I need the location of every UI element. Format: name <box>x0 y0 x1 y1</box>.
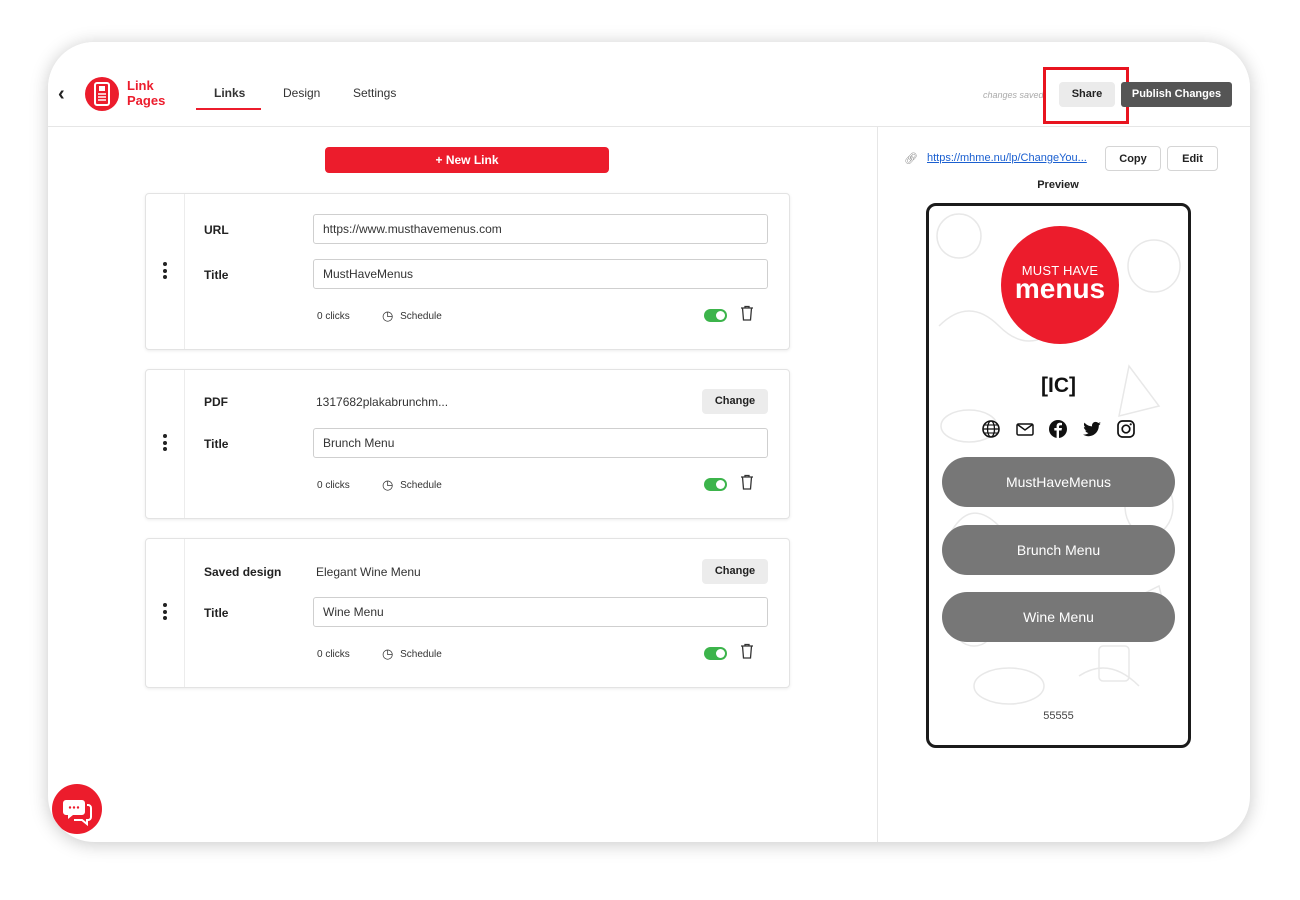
link-card-saved-design: Saved design Elegant Wine Menu Change Ti… <box>145 538 790 688</box>
link-card-url: URL https://www.musthavemenus.com Title … <box>145 193 790 350</box>
preview-link-button[interactable]: MustHaveMenus <box>942 457 1175 507</box>
trash-icon[interactable] <box>740 474 754 495</box>
saved-design-name: Elegant Wine Menu <box>316 565 421 579</box>
title-label: Title <box>204 437 229 451</box>
instagram-icon[interactable] <box>1116 419 1136 439</box>
mail-icon[interactable] <box>1015 419 1035 439</box>
link-type-label: Saved design <box>204 565 282 579</box>
pdf-filename: 1317682plakabrunchm... <box>316 395 449 409</box>
preview-heading: Preview <box>1037 179 1079 191</box>
change-design-button[interactable]: Change <box>702 559 768 584</box>
drag-handle[interactable] <box>146 370 185 518</box>
url-input[interactable]: https://www.musthavemenus.com <box>313 214 768 244</box>
schedule-label: Schedule <box>400 310 442 322</box>
panel-divider <box>877 126 878 842</box>
title-input[interactable]: Wine Menu <box>313 597 768 627</box>
new-link-button[interactable]: + New Link <box>325 147 609 173</box>
app-title-line1: Link <box>127 78 154 93</box>
chat-icon <box>63 800 92 827</box>
brand-logo-line2: menus <box>1014 273 1106 304</box>
schedule-link[interactable]: ◷ Schedule <box>382 477 442 493</box>
click-count: 0 clicks <box>317 649 350 660</box>
app-title-line2: Pages <box>127 93 166 108</box>
active-tab-underline <box>196 108 261 110</box>
click-count: 0 clicks <box>317 311 350 322</box>
schedule-label: Schedule <box>400 479 442 491</box>
clock-icon: ◷ <box>382 646 394 661</box>
drag-handle[interactable] <box>146 194 185 349</box>
link-type-label: PDF <box>204 395 228 409</box>
title-input[interactable]: Brunch Menu <box>313 428 768 458</box>
phone-preview: MUST HAVE menus [IC] MustHaveMenus Brunc… <box>926 203 1191 748</box>
preview-footer-text: 55555 <box>1043 710 1074 722</box>
link-pages-logo-icon <box>85 77 119 111</box>
app-window: ‹ Link Pages Links Design Settings chang… <box>48 42 1250 842</box>
enable-toggle[interactable] <box>704 478 727 491</box>
publish-changes-button[interactable]: Publish Changes <box>1121 82 1232 107</box>
save-status: changes saved <box>983 90 1044 100</box>
top-bar: ‹ Link Pages Links Design Settings chang… <box>48 42 1250 127</box>
preview-link-button[interactable]: Wine Menu <box>942 592 1175 642</box>
tab-settings[interactable]: Settings <box>353 86 396 100</box>
drag-dots-icon[interactable] <box>163 434 167 454</box>
share-highlight-box <box>1043 67 1129 124</box>
copy-url-button[interactable]: Copy <box>1105 146 1161 171</box>
change-pdf-button[interactable]: Change <box>702 389 768 414</box>
enable-toggle[interactable] <box>704 309 727 322</box>
drag-dots-icon[interactable] <box>163 262 167 282</box>
trash-icon[interactable] <box>740 305 754 326</box>
preview-link-button[interactable]: Brunch Menu <box>942 525 1175 575</box>
chat-support-button[interactable] <box>52 784 102 834</box>
edit-url-button[interactable]: Edit <box>1167 146 1218 171</box>
link-card-pdf: PDF 1317682plakabrunchm... Change Title … <box>145 369 790 519</box>
profile-name: [IC] <box>1041 374 1076 397</box>
trash-icon[interactable] <box>740 643 754 664</box>
enable-toggle[interactable] <box>704 647 727 660</box>
brand-logo: MUST HAVE menus <box>1001 226 1119 344</box>
link-icon: 🔗︎ <box>904 153 918 165</box>
drag-handle[interactable] <box>146 539 185 687</box>
title-input[interactable]: MustHaveMenus <box>313 259 768 289</box>
tab-design[interactable]: Design <box>283 86 320 100</box>
schedule-link[interactable]: ◷ Schedule <box>382 308 442 324</box>
facebook-icon[interactable] <box>1048 419 1068 439</box>
schedule-link[interactable]: ◷ Schedule <box>382 646 442 662</box>
preview-url-link[interactable]: https://mhme.nu/lp/ChangeYou... <box>927 152 1101 164</box>
clock-icon: ◷ <box>382 308 394 323</box>
click-count: 0 clicks <box>317 480 350 491</box>
globe-icon[interactable] <box>981 419 1001 439</box>
twitter-icon[interactable] <box>1082 419 1102 439</box>
schedule-label: Schedule <box>400 648 442 660</box>
link-type-label: URL <box>204 223 229 237</box>
clock-icon: ◷ <box>382 477 394 492</box>
tab-links[interactable]: Links <box>214 86 245 100</box>
app-title: Link Pages <box>127 78 165 108</box>
title-label: Title <box>204 606 229 620</box>
title-label: Title <box>204 268 229 282</box>
chevron-left-icon[interactable]: ‹ <box>58 84 65 104</box>
drag-dots-icon[interactable] <box>163 603 167 623</box>
